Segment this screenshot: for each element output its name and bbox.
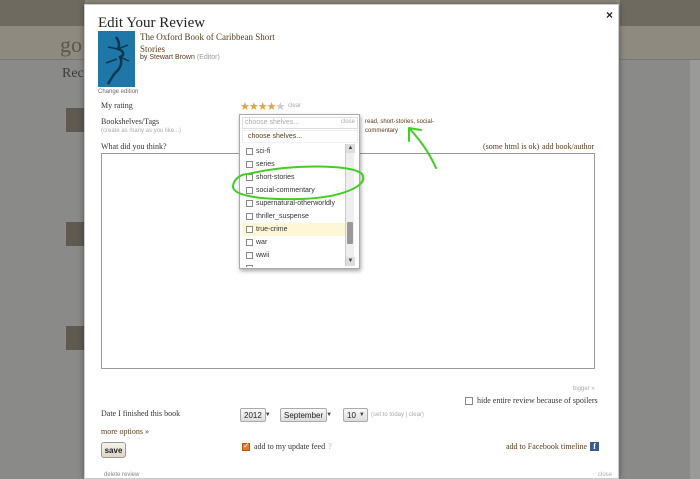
- author-link[interactable]: Stewart Brown: [149, 54, 195, 61]
- background-thumbnail: [66, 108, 84, 132]
- dropdown-close-link[interactable]: close: [341, 119, 355, 125]
- update-feed-checkbox[interactable]: [242, 441, 250, 451]
- star-filled-icon[interactable]: ★: [249, 101, 259, 113]
- modal-title: Edit Your Review: [98, 15, 206, 31]
- site-logo[interactable]: go: [60, 32, 82, 58]
- star-filled-icon[interactable]: ★: [240, 101, 250, 113]
- facebook-timeline-label: add to Facebook timeline: [506, 442, 588, 451]
- scrollbar-thumb[interactable]: [347, 222, 353, 244]
- shelf-checkbox[interactable]: [246, 187, 253, 194]
- shelf-option[interactable]: short-stories: [242, 171, 346, 184]
- shelf-option-label: wwii: [256, 252, 270, 259]
- year-value: 2012: [244, 410, 262, 420]
- shelf-checkbox[interactable]: [246, 239, 253, 246]
- bookshelves-hint: (create as many as you like...): [101, 128, 182, 134]
- lizard-illustration: [105, 36, 130, 85]
- spoiler-checkbox[interactable]: [465, 396, 473, 405]
- help-icon[interactable]: ?: [328, 442, 332, 451]
- change-edition-link[interactable]: Change edition: [98, 89, 138, 95]
- shelf-checkbox[interactable]: [246, 213, 253, 220]
- shelf-option-label: series: [256, 161, 275, 168]
- shelf-option-label: social-commentary: [256, 187, 315, 194]
- background-thumbnail: [66, 222, 84, 246]
- by-label: by: [140, 54, 148, 61]
- scroll-down-icon[interactable]: ▼: [346, 257, 355, 266]
- shelf-checkbox[interactable]: [246, 148, 253, 155]
- add-book-author-link[interactable]: add book/author: [542, 142, 594, 151]
- chevron-down-icon: ▼: [326, 412, 333, 418]
- spoiler-option[interactable]: hide entire review because of spoilers: [465, 396, 598, 405]
- shelf-checkbox[interactable]: [246, 252, 253, 259]
- shelf-checkbox[interactable]: [246, 174, 253, 181]
- shelves-scrollbar[interactable]: ▲ ▼: [345, 144, 355, 266]
- shelf-option-label: war: [256, 239, 268, 246]
- shelf-option[interactable]: series: [242, 158, 346, 171]
- star-rating[interactable]: ★★★★★: [240, 100, 286, 113]
- facebook-timeline-link[interactable]: add to Facebook timeline f: [506, 442, 600, 451]
- delete-review-link[interactable]: delete review: [104, 472, 139, 478]
- bigger-link[interactable]: bigger »: [573, 386, 595, 392]
- month-select[interactable]: September ▼: [280, 408, 332, 422]
- current-shelves[interactable]: read, short-stories, social-commentary: [365, 118, 440, 136]
- shelf-option[interactable]: [242, 262, 346, 267]
- shelf-checkbox[interactable]: [246, 161, 253, 168]
- html-ok-link[interactable]: (some html is ok): [483, 142, 539, 151]
- clear-rating-link[interactable]: clear: [288, 103, 301, 109]
- close-icon[interactable]: ×: [606, 8, 613, 22]
- shelf-option[interactable]: wwii: [242, 249, 346, 262]
- spoiler-label: hide entire review because of spoilers: [477, 396, 598, 405]
- review-label: What did you think?: [101, 142, 167, 151]
- month-value: September: [284, 410, 324, 420]
- my-rating-label: My rating: [101, 101, 133, 110]
- set-today-links[interactable]: (set to today | clear): [371, 412, 424, 418]
- shelf-option[interactable]: social-commentary: [242, 184, 346, 197]
- header-banner-left: [0, 0, 85, 26]
- update-feed-option[interactable]: add to my update feed ?: [242, 441, 332, 451]
- star-filled-icon[interactable]: ★: [258, 101, 268, 113]
- book-title-link[interactable]: The Oxford Book of Caribbean Short Stori…: [140, 31, 280, 55]
- shelf-option[interactable]: thriller_suspense: [242, 210, 346, 223]
- day-value: 10: [347, 410, 356, 420]
- shelf-checkbox[interactable]: [246, 226, 253, 233]
- bookshelves-label: Bookshelves/Tags: [101, 117, 160, 126]
- shelf-option[interactable]: supernatural-otherworldly: [242, 197, 346, 210]
- facebook-icon: f: [590, 442, 600, 451]
- shelf-option-label: short-stories: [256, 174, 295, 181]
- shelf-checkbox[interactable]: [246, 265, 253, 267]
- shelf-option-label: sci-fi: [256, 148, 271, 155]
- page-scrollbar[interactable]: [690, 60, 700, 479]
- star-empty-icon[interactable]: ★: [276, 101, 286, 113]
- star-filled-icon[interactable]: ★: [267, 101, 277, 113]
- book-cover[interactable]: [98, 31, 135, 87]
- choose-shelves-option[interactable]: choose shelves...: [242, 130, 358, 143]
- scroll-up-icon[interactable]: ▲: [346, 144, 355, 153]
- shelf-option-label: thriller_suspense: [256, 213, 309, 220]
- day-select[interactable]: 10 ▼: [343, 408, 368, 422]
- more-options-link[interactable]: more options »: [101, 427, 149, 436]
- author-role: (Editor): [196, 54, 220, 61]
- shelves-list: sci-fi series short-stories social-commenta…: [242, 145, 346, 267]
- shelf-option-label: true-crime: [256, 226, 288, 233]
- background-thumbnail: [66, 326, 84, 350]
- shelf-option[interactable]: true-crime: [242, 223, 346, 236]
- shelves-dropdown: choose shelves... close choose shelves..…: [239, 114, 360, 269]
- shelf-option[interactable]: sci-fi: [242, 145, 346, 158]
- close-link[interactable]: close: [598, 472, 612, 478]
- date-finished-label: Date I finished this book: [101, 409, 181, 418]
- shelf-option-label: supernatural-otherworldly: [256, 200, 335, 207]
- shelf-option[interactable]: war: [242, 236, 346, 249]
- chevron-down-icon: ▼: [264, 412, 271, 418]
- shelf-checkbox[interactable]: [246, 200, 253, 207]
- save-button[interactable]: save: [101, 442, 126, 458]
- chevron-down-icon: ▼: [358, 412, 365, 418]
- year-select[interactable]: 2012 ▼: [240, 408, 271, 422]
- header-banner-right: [620, 0, 700, 26]
- update-feed-label: add to my update feed: [254, 442, 326, 451]
- book-author: by Stewart Brown (Editor): [140, 54, 220, 61]
